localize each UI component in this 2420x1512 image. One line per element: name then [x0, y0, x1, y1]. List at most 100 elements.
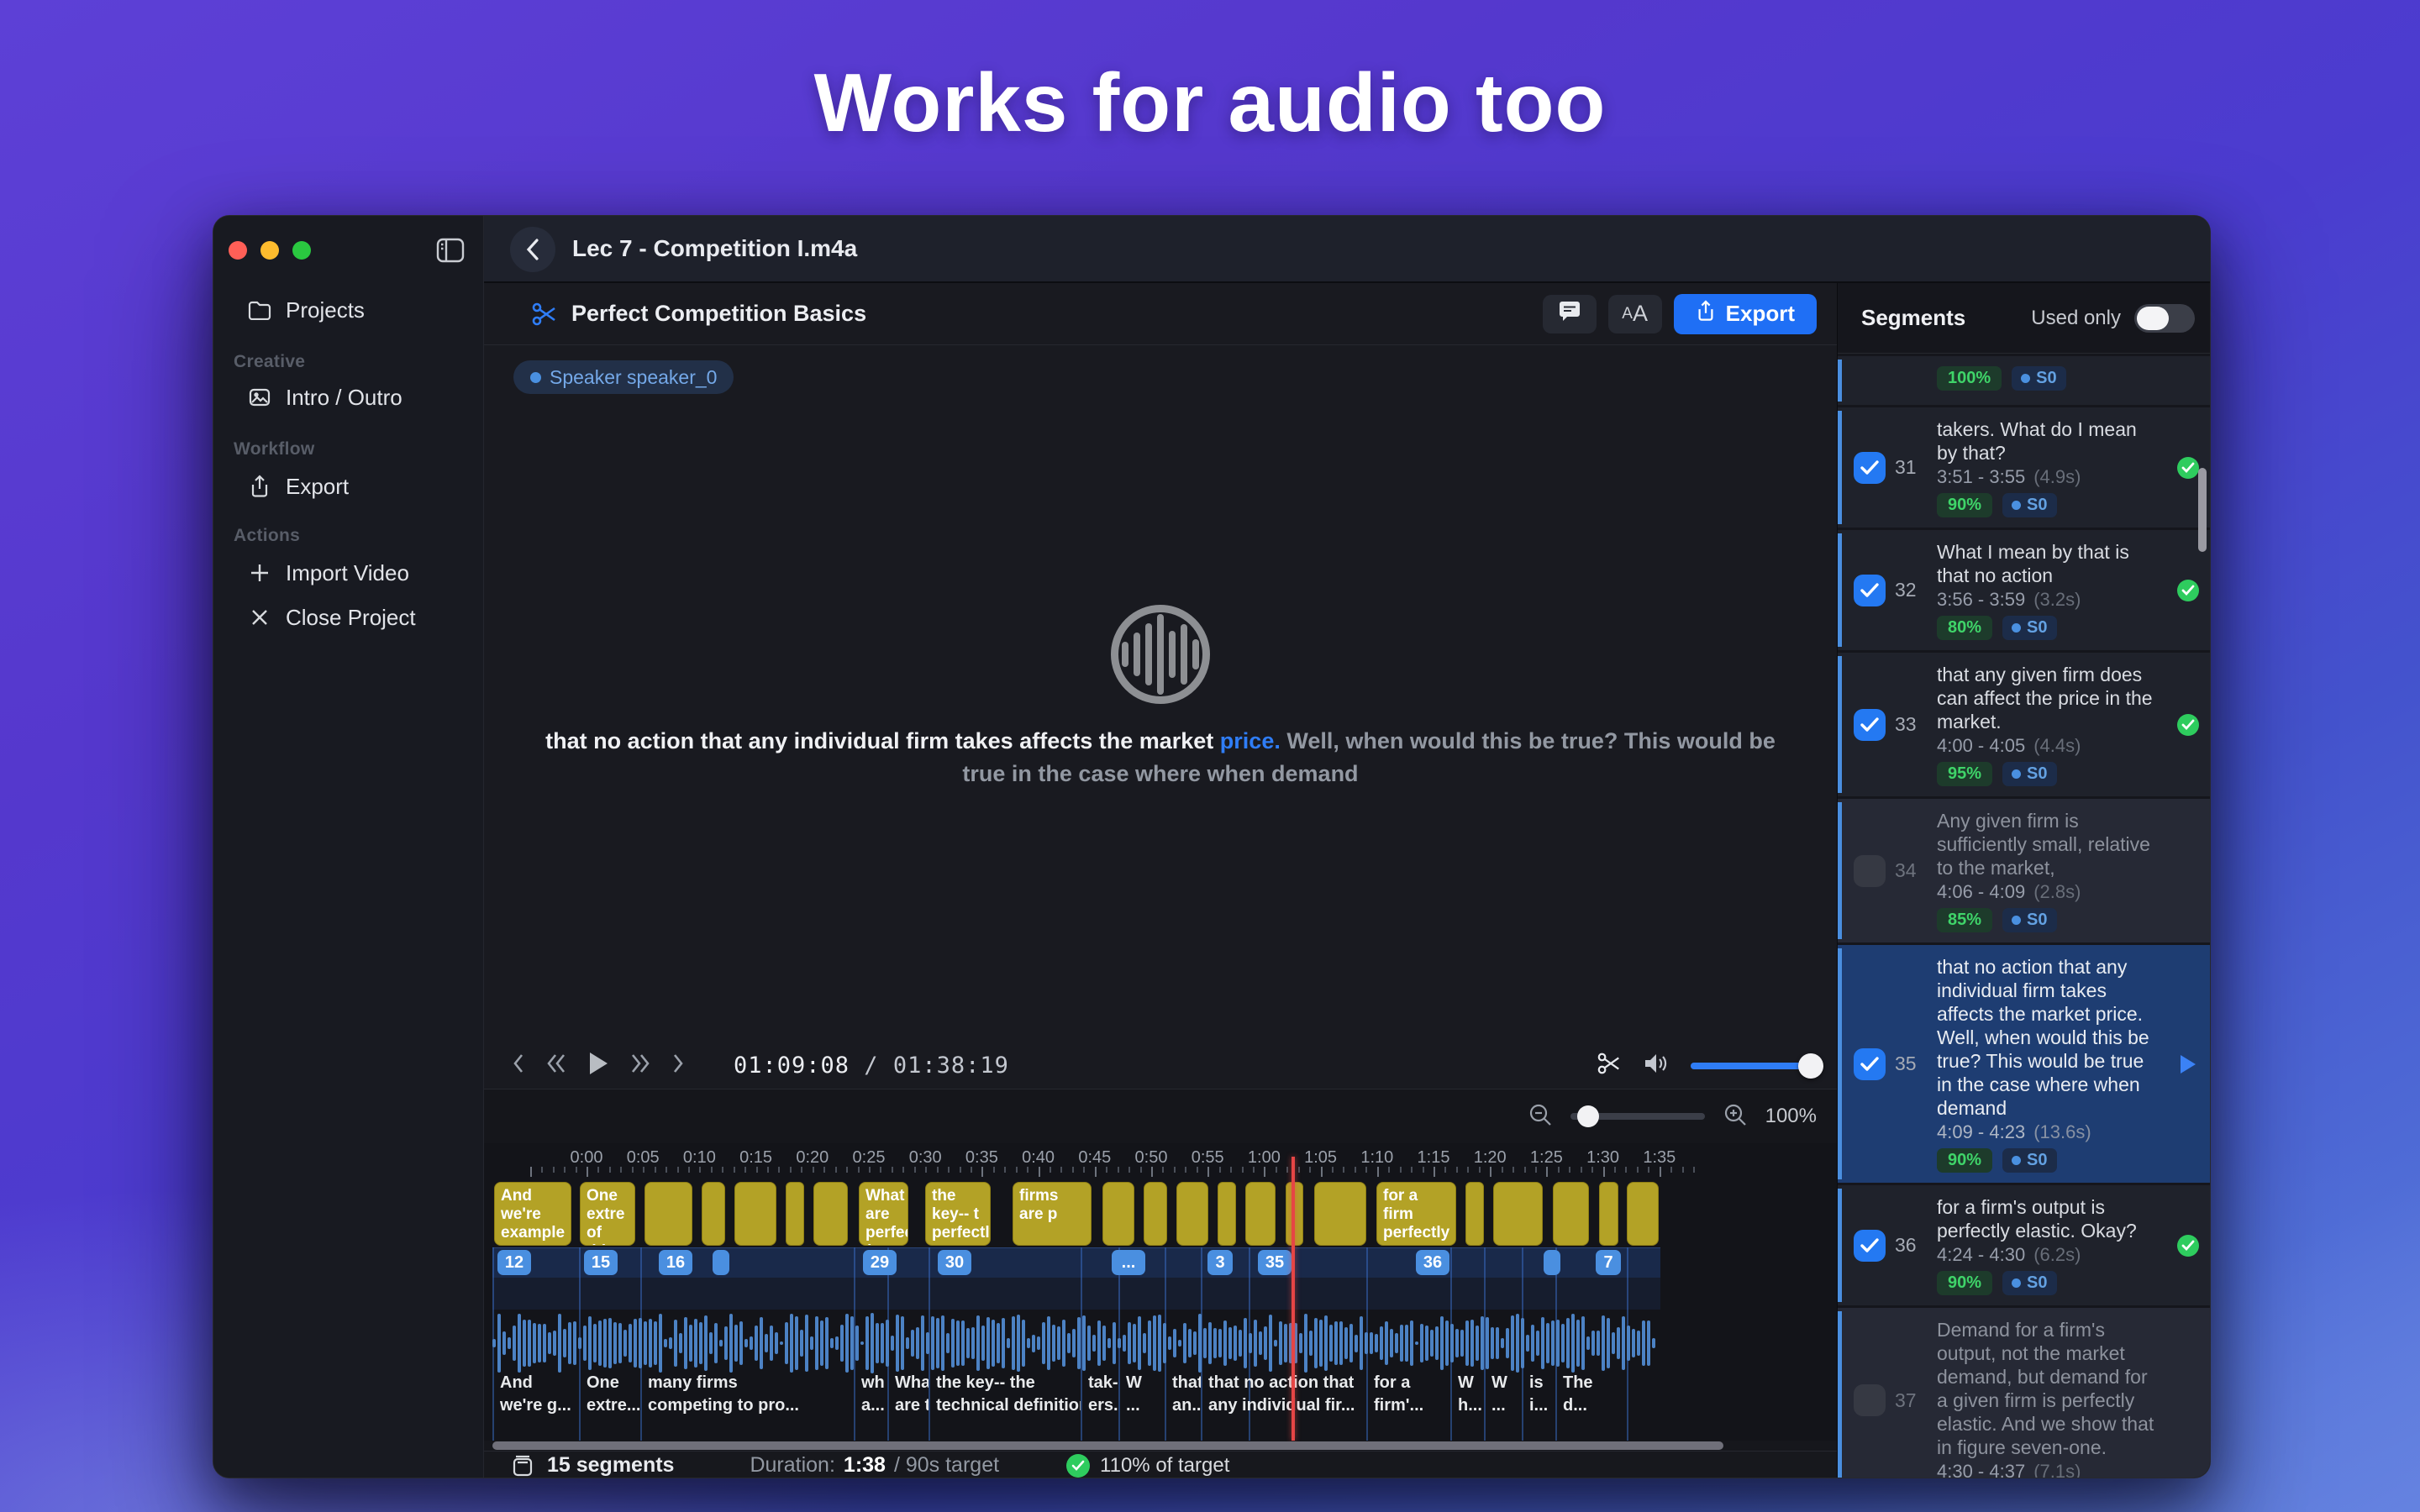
used-only-toggle[interactable] [2134, 304, 2195, 333]
timeline-segment-block[interactable] [786, 1182, 804, 1246]
timeline-segment-block[interactable] [1176, 1182, 1208, 1246]
sidebar-item-import-video[interactable]: Import Video [234, 556, 409, 590]
timeline-segment-block[interactable] [1493, 1182, 1543, 1246]
segment-number-chip[interactable]: 29 [863, 1250, 897, 1275]
segment-number-chip[interactable]: 12 [497, 1250, 531, 1275]
zoom-slider[interactable] [1570, 1113, 1705, 1120]
rewind-icon[interactable] [545, 1053, 567, 1079]
sidebar-item-projects[interactable]: Projects [234, 293, 365, 327]
forward-icon[interactable] [629, 1053, 651, 1079]
timeline-segment-block[interactable]: the key-- t perfectly c [925, 1182, 991, 1246]
segment-row[interactable]: 32What I mean by that is that no action3… [1838, 530, 2211, 650]
waveform-segment-label[interactable]: for afirm'... [1366, 1363, 1450, 1441]
zoom-in-icon[interactable] [1723, 1103, 1747, 1131]
playhead[interactable] [1292, 1157, 1295, 1441]
timeline-segment-block[interactable] [1627, 1182, 1659, 1246]
font-size-button[interactable]: AA [1608, 295, 1662, 333]
play-icon[interactable] [2181, 1055, 2196, 1074]
timeline-segment-block[interactable]: What are perfect ( [859, 1182, 908, 1246]
segment-row[interactable]: 37Demand for a firm's output, not the ma… [1838, 1308, 2211, 1478]
segment-row[interactable]: 35that no action that any individual fir… [1838, 945, 2211, 1183]
sidebar-item-intro-outro[interactable]: Intro / Outro [234, 381, 402, 414]
sidebar-item-export[interactable]: Export [234, 470, 349, 503]
waveform-segment-label[interactable]: tak-ers... [1081, 1363, 1118, 1441]
scissors-icon[interactable] [1597, 1051, 1622, 1080]
timeline-segment-block[interactable] [1102, 1182, 1134, 1246]
waveform-segment-label[interactable]: Oneextre... [579, 1363, 640, 1441]
prev-icon[interactable] [512, 1053, 525, 1079]
timeline-segment-block[interactable] [1218, 1182, 1236, 1246]
timeline-segment-block[interactable]: One extre of this cla Basically, [580, 1182, 635, 1246]
segment-checkbox[interactable] [1854, 452, 1886, 484]
volume-icon[interactable] [1644, 1052, 1669, 1079]
segment-number-chip[interactable] [1544, 1250, 1560, 1275]
segment-number-chip[interactable]: 3 [1207, 1250, 1233, 1275]
timeline-segment-block[interactable]: firms are p [1013, 1182, 1092, 1246]
segment-checkbox[interactable] [1854, 709, 1886, 741]
timeline-segment-block[interactable] [702, 1182, 725, 1246]
segment-row[interactable]: 34Any given firm is sufficiently small, … [1838, 799, 2211, 942]
segment-row[interactable]: 31takers. What do I mean by that?3:51 - … [1838, 407, 2211, 528]
speaker-chip[interactable]: Speaker speaker_0 [513, 360, 734, 394]
waveform-segment-label[interactable]: isi... [1522, 1363, 1555, 1441]
zoom-knob[interactable] [1577, 1105, 1599, 1127]
waveform-segment-label[interactable]: W... [1118, 1363, 1165, 1441]
segment-row[interactable]: 36for a firm's output is perfectly elast… [1838, 1185, 2211, 1305]
segment-row[interactable]: 33that any given firm does can affect th… [1838, 653, 2211, 796]
next-icon[interactable] [671, 1053, 685, 1079]
zoom-window-button[interactable] [292, 241, 311, 260]
segment-checkbox[interactable] [1854, 575, 1886, 606]
waveform-segment-label[interactable]: the key-- thetechnical definition... [929, 1363, 1081, 1441]
timeline-segment-block[interactable] [1144, 1182, 1167, 1246]
timeline-segment-block[interactable] [1245, 1182, 1276, 1246]
close-window-button[interactable] [229, 241, 247, 260]
sidebar-item-close-project[interactable]: Close Project [234, 601, 416, 634]
segment-checkbox[interactable] [1854, 1384, 1886, 1416]
waveform-segment-label[interactable]: Wh... [1450, 1363, 1484, 1441]
volume-knob[interactable] [1798, 1053, 1823, 1079]
waveform-segment-label[interactable]: many firmscompeting to pro... [640, 1363, 854, 1441]
segment-number-chip[interactable] [713, 1250, 729, 1275]
waveform-segment-label[interactable]: Thed... [1555, 1363, 1627, 1441]
segment-number-chip[interactable]: ... [1112, 1250, 1145, 1275]
segment-number-chip[interactable]: 35 [1258, 1250, 1292, 1275]
segment-checkbox[interactable] [1854, 855, 1886, 887]
segment-row[interactable]: 100%S0 [1838, 356, 2211, 405]
waveform-segment-label[interactable]: thatan... [1165, 1363, 1201, 1441]
segment-number-chip[interactable]: 30 [938, 1250, 971, 1275]
segment-number-chip[interactable]: 16 [659, 1250, 692, 1275]
segment-checkbox[interactable] [1854, 1230, 1886, 1262]
export-button[interactable]: Export [1674, 294, 1817, 334]
timeline-segment-block[interactable] [813, 1182, 848, 1246]
volume-slider[interactable] [1691, 1063, 1817, 1069]
timeline-segment-block[interactable] [1553, 1182, 1589, 1246]
waveform-segment-label[interactable]: wha... [854, 1363, 887, 1441]
timeline-segment-block[interactable]: for a firm perfectly [1376, 1182, 1456, 1246]
back-button[interactable] [510, 227, 555, 272]
timeline-segment-block[interactable] [1314, 1182, 1366, 1246]
timeline-segment-block[interactable] [1599, 1182, 1618, 1246]
timeline-segment-block[interactable] [1465, 1182, 1484, 1246]
waveform-segment-label[interactable]: Andwe're g... [492, 1363, 579, 1441]
transcript-text[interactable]: that no action that any individual firm … [530, 725, 1791, 790]
captions-button[interactable] [1543, 295, 1597, 333]
timeline-segment-block[interactable] [734, 1182, 776, 1246]
ruler-tick [858, 1167, 860, 1173]
waveform-segment-label[interactable]: that no action thatany individual fir... [1201, 1363, 1366, 1441]
segment-number-chip[interactable]: 15 [584, 1250, 618, 1275]
segment-checkbox[interactable] [1854, 1048, 1886, 1080]
waveform-segment-label[interactable]: W... [1484, 1363, 1522, 1441]
scrollbar-thumb[interactable] [492, 1441, 1723, 1450]
waveform-segment-label[interactable]: Whatare th... [887, 1363, 929, 1441]
segment-number-chip[interactable]: 36 [1416, 1250, 1449, 1275]
play-icon[interactable] [587, 1051, 609, 1080]
timeline-segment-block[interactable] [644, 1182, 692, 1246]
vertical-scrollbar-thumb[interactable] [2198, 468, 2207, 552]
timeline-segment-block[interactable]: And we're example o [494, 1182, 571, 1246]
waveform-bar [1390, 1329, 1393, 1357]
minimize-window-button[interactable] [260, 241, 279, 260]
segment-number-chip[interactable]: 7 [1596, 1250, 1621, 1275]
horizontal-scrollbar[interactable] [484, 1441, 1837, 1451]
zoom-out-icon[interactable] [1528, 1103, 1552, 1131]
sidebar-toggle-icon[interactable] [436, 238, 465, 263]
